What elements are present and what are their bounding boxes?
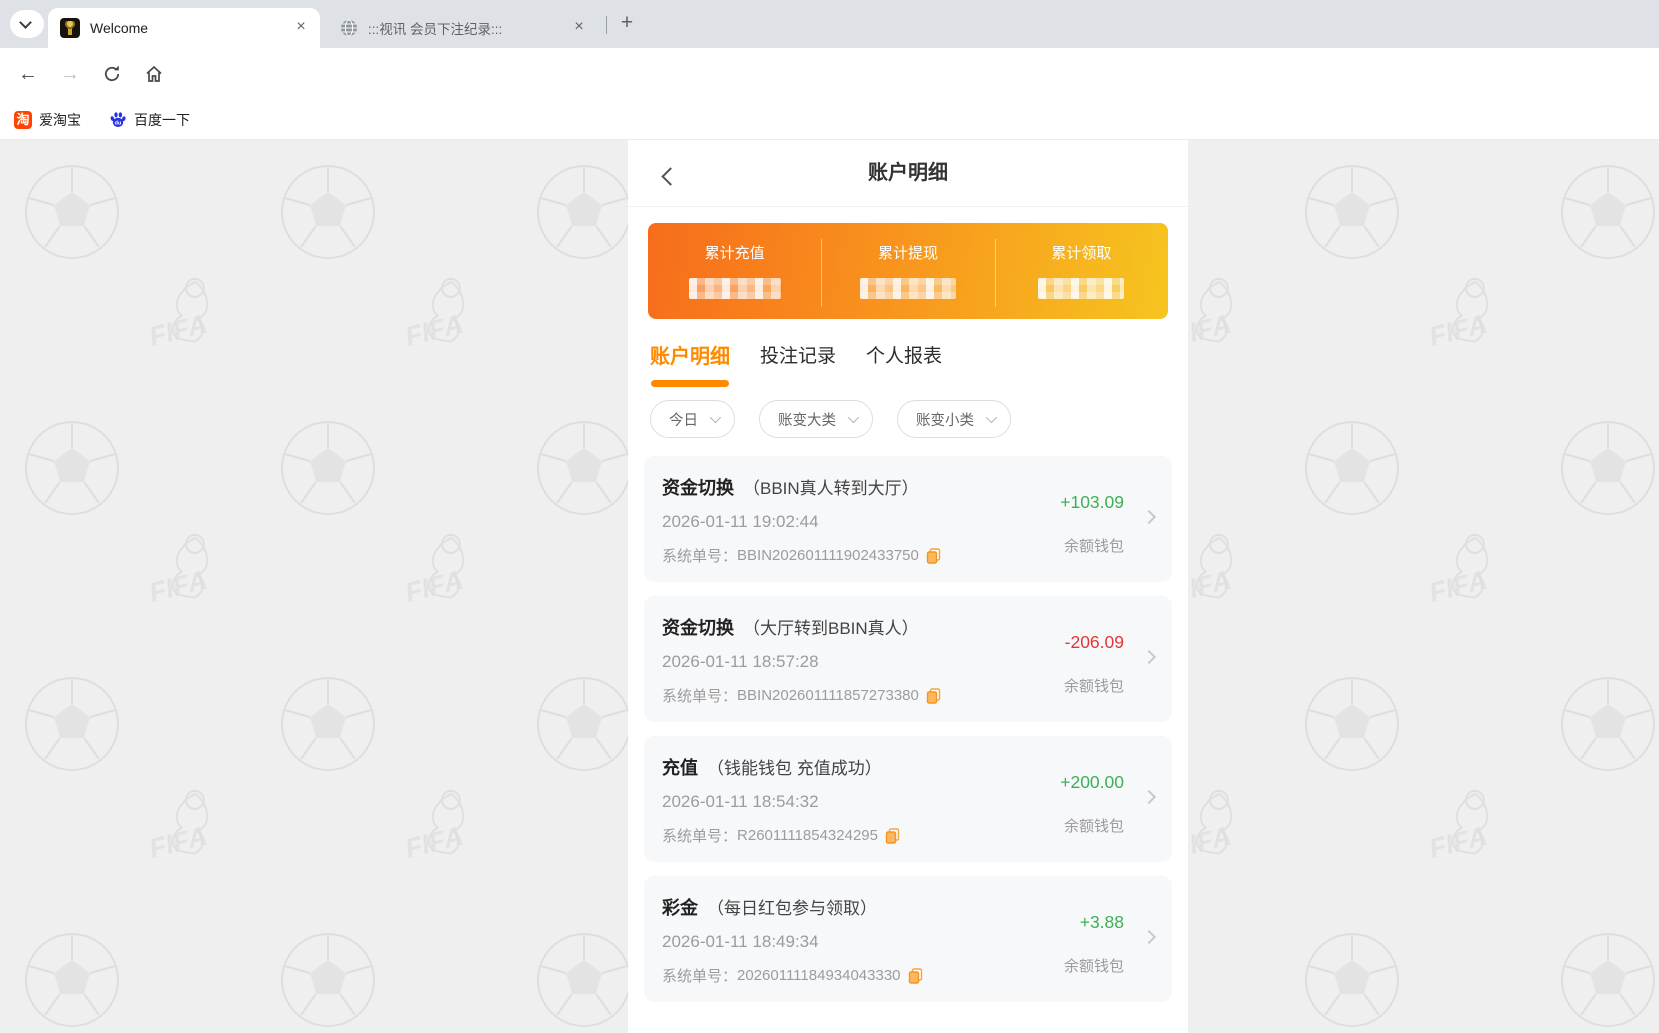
- panel-header: 账户明细: [628, 140, 1188, 207]
- filter-row: 今日 账变大类 账变小类: [650, 400, 1188, 438]
- filter-date-dropdown[interactable]: 今日: [650, 400, 735, 438]
- tx-amount-block: -206.09 余额钱包: [1064, 632, 1124, 696]
- tab-label: 投注记录: [760, 343, 836, 371]
- tx-amount: +103.09: [1060, 492, 1124, 513]
- summary-label: 累计提现: [821, 242, 994, 263]
- tx-order-prefix: 系统单号：: [662, 825, 737, 846]
- tx-wallet: 余额钱包: [1060, 535, 1124, 556]
- filter-category-minor-dropdown[interactable]: 账变小类: [897, 400, 1011, 438]
- bookmark-baidu[interactable]: du 百度一下: [109, 110, 190, 130]
- tab-title: :::视讯 会员下注纪录:::: [368, 18, 560, 38]
- tx-wallet: 余额钱包: [1060, 815, 1124, 836]
- reload-icon: [102, 64, 122, 84]
- censored-value: [1038, 278, 1124, 299]
- browser-tabstrip: Welcome × :::视讯 会员下注纪录::: × +: [0, 0, 1659, 48]
- tab-label: 个人报表: [866, 343, 942, 371]
- tab-label: 账户明细: [650, 343, 730, 371]
- tab-search-button[interactable]: [10, 10, 44, 38]
- tx-amount-block: +200.00 余额钱包: [1060, 772, 1124, 836]
- tx-amount: +200.00: [1060, 772, 1124, 793]
- home-icon: [144, 64, 164, 84]
- chevron-down-icon: [986, 412, 997, 423]
- tab-personal-report[interactable]: 个人报表: [866, 343, 942, 371]
- fifa-favicon-icon: [60, 18, 80, 38]
- tab-close-icon[interactable]: ×: [570, 19, 588, 37]
- transaction-list: 资金切换 （BBIN真人转到大厅） 2026-01-11 19:02:44 系统…: [644, 456, 1172, 1002]
- report-tabs: 账户明细 投注记录 个人报表: [650, 343, 1188, 387]
- filter-label: 账变大类: [778, 409, 836, 430]
- tx-type: 彩金: [662, 894, 698, 920]
- page-background: FIFA 账户明细 累计充值 累计提现 累计领取: [0, 140, 1659, 1033]
- transaction-row[interactable]: 资金切换 （大厅转到BBIN真人） 2026-01-11 18:57:28 系统…: [644, 596, 1172, 722]
- chevron-down-icon: [19, 16, 32, 29]
- tx-order-prefix: 系统单号：: [662, 545, 737, 566]
- bookmarks-bar: 淘 爱淘宝 du 百度一下: [0, 100, 1659, 140]
- tx-detail: （大厅转到BBIN真人）: [743, 614, 919, 639]
- chevron-down-icon: [848, 412, 859, 423]
- summary-total-claimed: 累计领取: [995, 223, 1168, 319]
- taobao-icon: 淘: [14, 111, 32, 129]
- tx-wallet: 余额钱包: [1064, 675, 1124, 696]
- censored-value: [860, 278, 956, 299]
- tab-close-icon[interactable]: ×: [292, 19, 310, 37]
- bookmark-label: 爱淘宝: [39, 110, 81, 130]
- tx-amount: -206.09: [1064, 632, 1124, 653]
- tx-order-number: 20260111184934043330: [737, 967, 901, 984]
- chevron-down-icon: [710, 412, 721, 423]
- tab-bet-records[interactable]: 投注记录: [760, 343, 836, 371]
- tab-account-detail[interactable]: 账户明细: [650, 343, 730, 387]
- tx-amount: +3.88: [1064, 912, 1124, 933]
- summary-card: 累计充值 累计提现 累计领取: [648, 223, 1168, 319]
- browser-tab-records[interactable]: :::视讯 会员下注纪录::: ×: [330, 8, 598, 48]
- tx-order-number: BBIN202601111902433750: [737, 547, 919, 564]
- active-tab-underline: [651, 380, 729, 387]
- tx-order-number: BBIN202601111857273380: [737, 687, 919, 704]
- tx-order-number: R2601111854324295: [737, 827, 878, 844]
- summary-label: 累计领取: [995, 242, 1168, 263]
- tx-order-prefix: 系统单号：: [662, 685, 737, 706]
- browser-toolbar: ← → ld48.com/reports/index?tab=0: [0, 48, 1659, 100]
- tx-detail: （钱能钱包 充值成功）: [707, 754, 882, 779]
- tx-order-prefix: 系统单号：: [662, 965, 737, 986]
- tx-detail: （BBIN真人转到大厅）: [743, 474, 919, 499]
- tab-title: Welcome: [90, 20, 282, 36]
- bookmark-taobao[interactable]: 淘 爱淘宝: [14, 110, 81, 130]
- home-button[interactable]: [140, 60, 168, 88]
- summary-total-withdraw: 累计提现: [821, 223, 994, 319]
- bookmark-label: 百度一下: [134, 110, 190, 130]
- new-tab-button[interactable]: +: [614, 11, 640, 37]
- copy-icon[interactable]: [885, 828, 900, 844]
- tab-separator: [606, 16, 607, 34]
- tx-wallet: 余额钱包: [1064, 955, 1124, 976]
- copy-icon[interactable]: [908, 968, 923, 984]
- tx-type: 资金切换: [662, 614, 734, 640]
- chevron-left-icon: [661, 167, 679, 185]
- page-title: 账户明细: [628, 140, 1188, 207]
- tx-amount-block: +103.09 余额钱包: [1060, 492, 1124, 556]
- copy-icon[interactable]: [926, 688, 941, 704]
- tx-amount-block: +3.88 余额钱包: [1064, 912, 1124, 976]
- reload-button[interactable]: [98, 60, 126, 88]
- summary-total-deposit: 累计充值: [648, 223, 821, 319]
- svg-text:du: du: [115, 120, 122, 126]
- back-button[interactable]: [658, 166, 684, 192]
- browser-tab-welcome[interactable]: Welcome ×: [48, 8, 320, 48]
- censored-value: [689, 278, 781, 299]
- tx-type: 资金切换: [662, 474, 734, 500]
- globe-icon: [340, 19, 358, 37]
- copy-icon[interactable]: [926, 548, 941, 564]
- transaction-row[interactable]: 资金切换 （BBIN真人转到大厅） 2026-01-11 19:02:44 系统…: [644, 456, 1172, 582]
- summary-label: 累计充值: [648, 242, 821, 263]
- tx-detail: （每日红包参与领取）: [707, 894, 877, 919]
- transaction-row[interactable]: 彩金 （每日红包参与领取） 2026-01-11 18:49:34 系统单号： …: [644, 876, 1172, 1002]
- transaction-row[interactable]: 充值 （钱能钱包 充值成功） 2026-01-11 18:54:32 系统单号：…: [644, 736, 1172, 862]
- filter-category-major-dropdown[interactable]: 账变大类: [759, 400, 873, 438]
- filter-label: 今日: [669, 409, 698, 430]
- filter-label: 账变小类: [916, 409, 974, 430]
- tx-type: 充值: [662, 754, 698, 780]
- forward-button[interactable]: →: [56, 60, 84, 88]
- back-button[interactable]: ←: [14, 60, 42, 88]
- baidu-paw-icon: du: [109, 111, 127, 129]
- account-detail-panel: 账户明细 累计充值 累计提现 累计领取 账户明细 投注记录: [628, 140, 1188, 1033]
